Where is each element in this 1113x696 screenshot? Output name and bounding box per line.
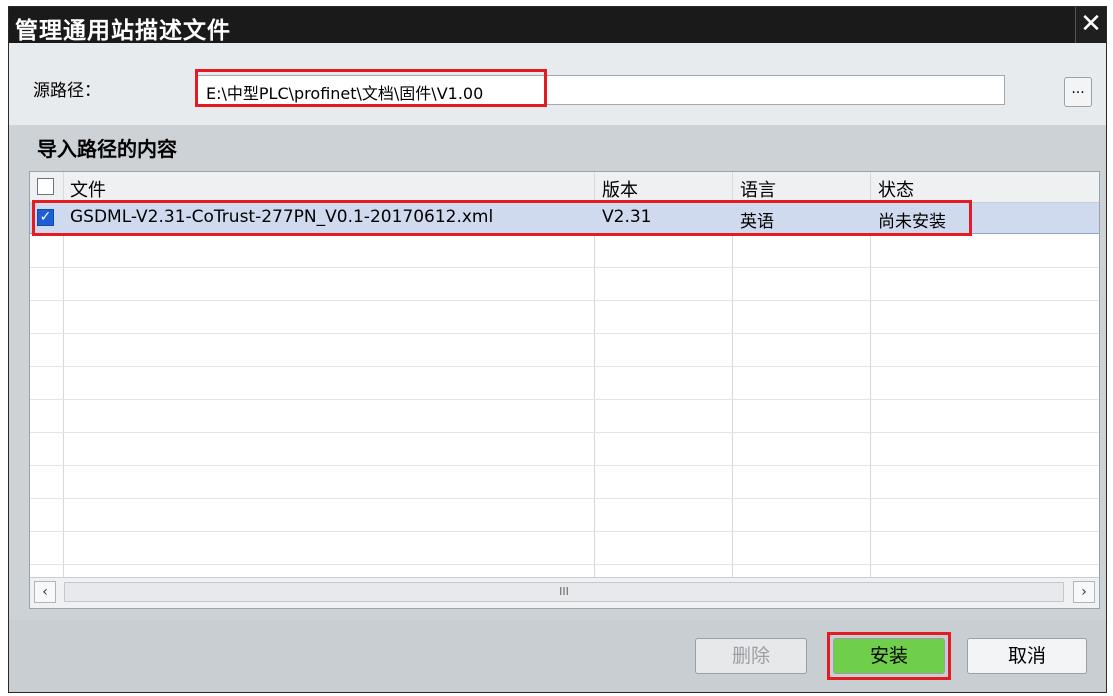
gsd-manager-dialog: 管理通用站描述文件 ✕ 源路径： E:\中型PLC\profinet\文档\固件… [8, 6, 1107, 693]
empty-row-line [30, 300, 1099, 301]
column-header-status[interactable]: 状态 [878, 176, 914, 202]
path-highlight-box [195, 69, 547, 107]
horizontal-scrollbar[interactable]: ‹ III › [30, 577, 1099, 608]
empty-row-line [30, 432, 1099, 433]
empty-row-line [30, 333, 1099, 334]
section-title: 导入路径的内容 [37, 137, 177, 161]
empty-row-line [30, 366, 1099, 367]
close-icon[interactable]: ✕ [1075, 7, 1106, 43]
empty-row-line [30, 498, 1099, 499]
row-highlight-box [32, 200, 972, 236]
file-table: 文件 版本 语言 状态 ✓ GSDML-V2.31-CoTrust-277PN_… [29, 171, 1100, 609]
browse-button[interactable]: ... [1064, 77, 1092, 107]
column-header-version[interactable]: 版本 [602, 176, 638, 202]
empty-row-line [30, 465, 1099, 466]
column-divider [63, 172, 64, 608]
install-highlight-box [827, 632, 951, 680]
scroll-left-icon[interactable]: ‹ [34, 581, 56, 603]
select-all-checkbox[interactable] [37, 178, 54, 195]
empty-row-line [30, 267, 1099, 268]
dialog-title: 管理通用站描述文件 [15, 18, 231, 44]
scrollbar-thumb[interactable]: III [64, 582, 1064, 602]
column-divider [870, 172, 871, 608]
scroll-right-icon[interactable]: › [1073, 581, 1095, 603]
empty-row-line [30, 399, 1099, 400]
title-bar: 管理通用站描述文件 ✕ [9, 7, 1106, 44]
dialog-footer: 删除 安装 取消 [9, 620, 1106, 692]
delete-button[interactable]: 删除 [695, 638, 807, 674]
source-path-label: 源路径： [33, 81, 101, 101]
column-header-file[interactable]: 文件 [70, 176, 106, 202]
empty-row-line [30, 564, 1099, 565]
cancel-button[interactable]: 取消 [967, 638, 1087, 674]
column-divider [594, 172, 595, 608]
source-path-row: 源路径： E:\中型PLC\profinet\文档\固件\V1.00 ... [9, 43, 1106, 125]
table-header: 文件 版本 语言 状态 [30, 172, 1099, 203]
column-header-language[interactable]: 语言 [740, 176, 776, 202]
empty-row-line [30, 531, 1099, 532]
column-divider [732, 172, 733, 608]
